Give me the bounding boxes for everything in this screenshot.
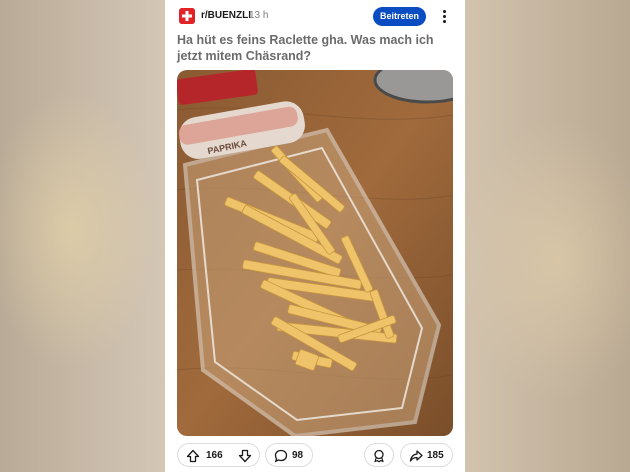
share-arrow-icon bbox=[409, 450, 423, 462]
subreddit-name[interactable]: r/BUENZLI bbox=[201, 10, 251, 21]
arrow-down-icon[interactable] bbox=[238, 449, 252, 463]
arrow-up-icon[interactable] bbox=[186, 449, 200, 463]
more-vertical-icon[interactable] bbox=[438, 9, 450, 25]
award-icon bbox=[374, 449, 384, 463]
post-title[interactable]: Ha hüt es feins Raclette gha. Was mach i… bbox=[177, 32, 457, 64]
upvote-count: 166 bbox=[206, 450, 223, 461]
swiss-flag-icon[interactable] bbox=[179, 8, 195, 24]
raclette-cheese-photo: PAPRIKA bbox=[177, 70, 453, 436]
comment-bubble-icon bbox=[274, 449, 288, 463]
post-image[interactable]: PAPRIKA bbox=[177, 70, 453, 436]
comment-count: 98 bbox=[292, 450, 304, 461]
share-button[interactable]: 185 bbox=[400, 443, 453, 467]
post-card: r/BUENZLI 13 h Beitreten Ha hüt es feins… bbox=[165, 0, 465, 472]
award-button[interactable] bbox=[364, 443, 394, 467]
post-header: r/BUENZLI 13 h Beitreten bbox=[165, 0, 465, 32]
share-count: 185 bbox=[427, 450, 444, 461]
post-actions-bar: 166 98 185 bbox=[165, 443, 465, 469]
post-timestamp: 13 h bbox=[249, 10, 269, 21]
vote-control: 166 bbox=[177, 443, 260, 467]
join-button[interactable]: Beitreten bbox=[373, 7, 426, 26]
comments-button[interactable]: 98 bbox=[265, 443, 313, 467]
